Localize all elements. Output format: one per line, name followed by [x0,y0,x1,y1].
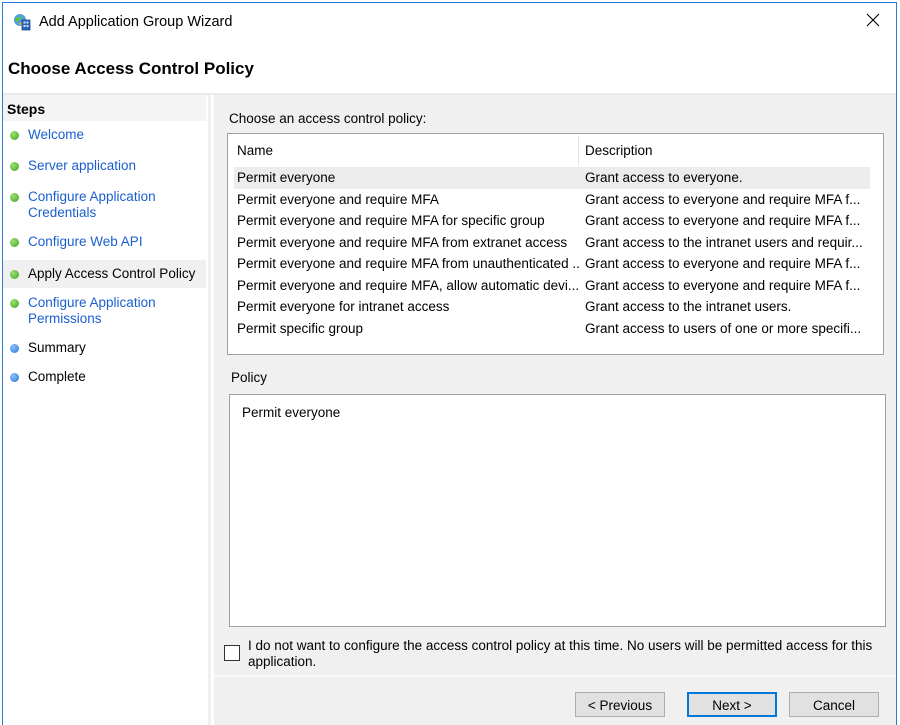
policy-row[interactable]: Permit everyone Grant access to everyone… [234,167,870,189]
steps-heading: Steps [3,95,206,121]
policy-details-box: Permit everyone [229,394,886,627]
step-label: Server application [28,158,137,173]
step-label: Configure Web API [28,234,143,249]
policy-row[interactable]: Permit everyone and require MFA, allow a… [234,275,870,297]
column-header-description[interactable]: Description [579,136,870,166]
policy-description: Grant access to users of one or more spe… [585,320,862,336]
step-label: Summary [28,340,86,355]
column-header-name[interactable]: Name [234,136,579,166]
policy-list-label: Choose an access control policy: [229,111,427,126]
step-completed-icon [10,238,19,247]
close-button[interactable] [850,3,896,39]
policy-description: Grant access to the intranet users and r… [585,234,863,250]
skip-policy-label[interactable]: I do not want to configure the access co… [248,638,878,670]
policy-name: Permit everyone and require MFA for spec… [237,213,545,228]
step-configure-application-permissions[interactable]: Configure Application Permissions [3,292,206,330]
steps-pane: Steps Welcome Server application Configu… [3,95,211,725]
policy-name: Permit everyone and require MFA from ext… [237,234,568,250]
policy-row[interactable]: Permit everyone and require MFA for spec… [234,210,870,232]
step-completed-icon [10,299,19,308]
policy-name: Permit everyone for intranet access [237,299,450,314]
step-label: Configure Application Permissions [28,295,156,326]
step-configure-web-api[interactable]: Configure Web API [3,231,206,253]
policy-listview[interactable]: Name Description Permit everyone Grant a… [227,133,884,355]
policy-description: Grant access to everyone and require MFA… [585,191,861,207]
previous-button[interactable]: < Previous [575,692,665,717]
policy-name: Permit everyone and require MFA from una… [237,256,579,271]
adfs-app-icon [13,13,31,31]
policy-description: Grant access to the intranet users. [585,299,792,314]
close-icon [866,13,880,30]
listview-header: Name Description [234,136,870,166]
policy-description: Grant access to everyone. [585,170,743,185]
policy-name: Permit everyone and require MFA [237,191,439,207]
step-pending-icon [10,344,19,353]
next-button[interactable]: Next > [687,692,777,717]
step-pending-icon [10,373,19,382]
page-title: Choose Access Control Policy [8,59,254,78]
page-header: Choose Access Control Policy [3,43,896,93]
policy-name: Permit specific group [237,320,364,336]
policy-row[interactable]: Permit everyone and require MFA Grant ac… [234,189,870,211]
policy-row[interactable]: Permit everyone for intranet access Gran… [234,296,870,318]
policy-description: Grant access to everyone and require MFA… [585,256,861,271]
window-title: Add Application Group Wizard [39,14,233,30]
step-completed-icon [10,162,19,171]
step-server-application[interactable]: Server application [3,155,206,177]
step-apply-access-control-policy: Apply Access Control Policy [3,260,206,288]
step-label: Complete [28,369,86,384]
wizard-window: Add Application Group Wizard Choose Acce… [2,2,897,725]
main-pane: Choose an access control policy: Name De… [214,95,896,725]
footer-divider [214,675,896,677]
policy-description: Grant access to everyone and require MFA… [585,213,861,228]
step-label: Configure Application Credentials [28,189,156,220]
cancel-button[interactable]: Cancel [789,692,879,717]
step-label: Welcome [28,127,85,142]
policy-name: Permit everyone and require MFA, allow a… [237,277,579,293]
policy-label: Policy [231,370,268,385]
step-completed-icon [10,193,19,202]
policy-row[interactable]: Permit specific group Grant access to us… [234,318,870,340]
policy-row[interactable]: Permit everyone and require MFA from una… [234,253,870,275]
policy-details-text: Permit everyone [242,405,341,420]
listview-rows: Permit everyone Grant access to everyone… [234,167,870,339]
step-summary: Summary [3,337,206,359]
step-complete: Complete [3,366,206,388]
step-completed-icon [10,131,19,140]
title-bar: Add Application Group Wizard [3,3,896,43]
skip-policy-checkbox[interactable] [224,645,240,661]
step-welcome[interactable]: Welcome [3,124,206,146]
policy-name: Permit everyone [237,170,336,185]
policy-row[interactable]: Permit everyone and require MFA from ext… [234,232,870,254]
step-label: Apply Access Control Policy [28,266,196,281]
policy-description: Grant access to everyone and require MFA… [585,277,861,293]
step-completed-icon [10,270,19,279]
step-configure-application-credentials[interactable]: Configure Application Credentials [3,186,206,224]
